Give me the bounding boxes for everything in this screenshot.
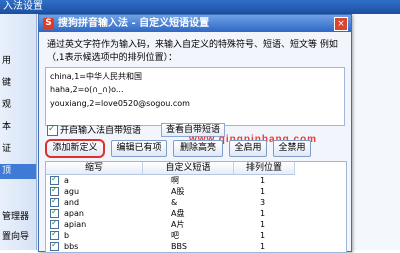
column-header-phrase[interactable]: 自定义短语 — [143, 162, 234, 175]
sidebar-item[interactable]: 证 — [0, 142, 36, 157]
row-checkbox[interactable] — [50, 196, 59, 207]
cell-position: 1 — [260, 209, 266, 218]
sidebar-item[interactable]: 用 — [0, 54, 36, 69]
add-new-button[interactable]: 添加新定义 — [45, 139, 105, 158]
cell-position: 3 — [260, 198, 266, 207]
cell-position: 1 — [260, 187, 266, 196]
enable-builtin-label: 开启输入法自带短语 — [60, 126, 142, 136]
cell-abbr: b — [64, 231, 70, 240]
sidebar-item[interactable]: 置向导 — [0, 230, 36, 245]
parent-titlebar: 入法设置 — [0, 0, 400, 14]
cell-abbr: a — [64, 176, 69, 185]
table-row[interactable]: a 啊 1 — [46, 174, 346, 186]
table-row[interactable]: b 吧 1 — [46, 229, 346, 241]
cell-phrase: A股 — [171, 187, 185, 196]
close-icon[interactable]: × — [334, 17, 348, 31]
cell-abbr: apian — [64, 220, 87, 229]
cell-position: 1 — [260, 220, 266, 229]
phrase-table: 缩写 自定义短语 排列位置 a 啊 1 agu A股 1 and & 3 apa… — [45, 161, 347, 253]
cell-position: 1 — [260, 242, 266, 251]
sidebar-item[interactable]: 本 — [0, 120, 36, 135]
row-checkbox[interactable] — [50, 229, 59, 240]
edit-button[interactable]: 编辑已有项 — [111, 140, 167, 157]
cell-phrase: A片 — [171, 220, 185, 229]
row-checkbox[interactable] — [50, 218, 59, 229]
table-row[interactable]: bbs BBS 1 — [46, 240, 346, 252]
sidebar-item[interactable]: 键 — [0, 76, 36, 91]
dialog-description: 通过英文字符作为输入码，来输入自定义的特殊符号、短语、短文等 例如（,1表示候选… — [47, 40, 338, 63]
cell-abbr: agu — [64, 187, 80, 196]
parent-sidebar: 用 键 观 本 证 顶 管理器 置向导 — [0, 14, 37, 250]
cell-phrase: BBS — [171, 242, 187, 251]
cell-abbr: apan — [64, 209, 84, 218]
sidebar-item[interactable] — [0, 20, 36, 35]
cell-abbr: bbs — [64, 242, 79, 251]
cell-phrase: & — [171, 198, 178, 207]
sidebar-item[interactable]: 管理器 — [0, 210, 36, 225]
cell-phrase: 啊 — [171, 176, 179, 185]
row-checkbox[interactable] — [50, 185, 59, 196]
cell-phrase: A盘 — [171, 209, 185, 218]
row-checkbox[interactable] — [50, 174, 59, 185]
sogou-logo-icon: S — [43, 18, 54, 29]
parent-title: 入法设置 — [3, 1, 43, 12]
cell-abbr: and — [64, 198, 80, 207]
table-row[interactable]: apan A盘 1 — [46, 207, 346, 219]
dialog-titlebar: S 搜狗拼音输入法 - 自定义短语设置 × — [39, 15, 351, 32]
dialog-title: 搜狗拼音输入法 - 自定义短语设置 — [58, 18, 210, 29]
disable-all-button[interactable]: 全禁用 — [273, 140, 311, 157]
sidebar-item[interactable]: 观 — [0, 98, 36, 113]
parent-right-area — [350, 14, 400, 250]
cell-phrase: 吧 — [171, 231, 179, 240]
column-header-abbr[interactable]: 缩写 — [46, 162, 143, 175]
row-checkbox[interactable] — [50, 207, 59, 218]
enable-builtin-checkbox[interactable]: 开启输入法自带短语 — [47, 123, 142, 137]
example-line: youxiang,2=love0520@sogou.com — [50, 99, 190, 108]
cell-position: 1 — [260, 176, 266, 185]
example-line: haha,2=o(∩_∩)o... — [50, 85, 124, 94]
column-header-position[interactable]: 排列位置 — [234, 162, 295, 175]
example-line: china,1=中华人民共和国 — [50, 72, 142, 81]
custom-phrase-dialog: S 搜狗拼音输入法 - 自定义短语设置 × 通过英文字符作为输入码，来输入自定义… — [38, 14, 352, 253]
table-row[interactable]: apian A片 1 — [46, 218, 346, 230]
table-row[interactable]: agu A股 1 — [46, 185, 346, 197]
cell-position: 1 — [260, 231, 266, 240]
sidebar-item-selected[interactable]: 顶 — [0, 164, 36, 179]
table-row[interactable]: and & 3 — [46, 196, 346, 208]
checkbox-icon[interactable] — [47, 123, 58, 136]
delete-button[interactable]: 删除高亮 — [173, 140, 223, 157]
enable-all-button[interactable]: 全启用 — [229, 140, 267, 157]
examples-box: china,1=中华人民共和国 haha,2=o(∩_∩)o... youxia… — [45, 67, 345, 126]
